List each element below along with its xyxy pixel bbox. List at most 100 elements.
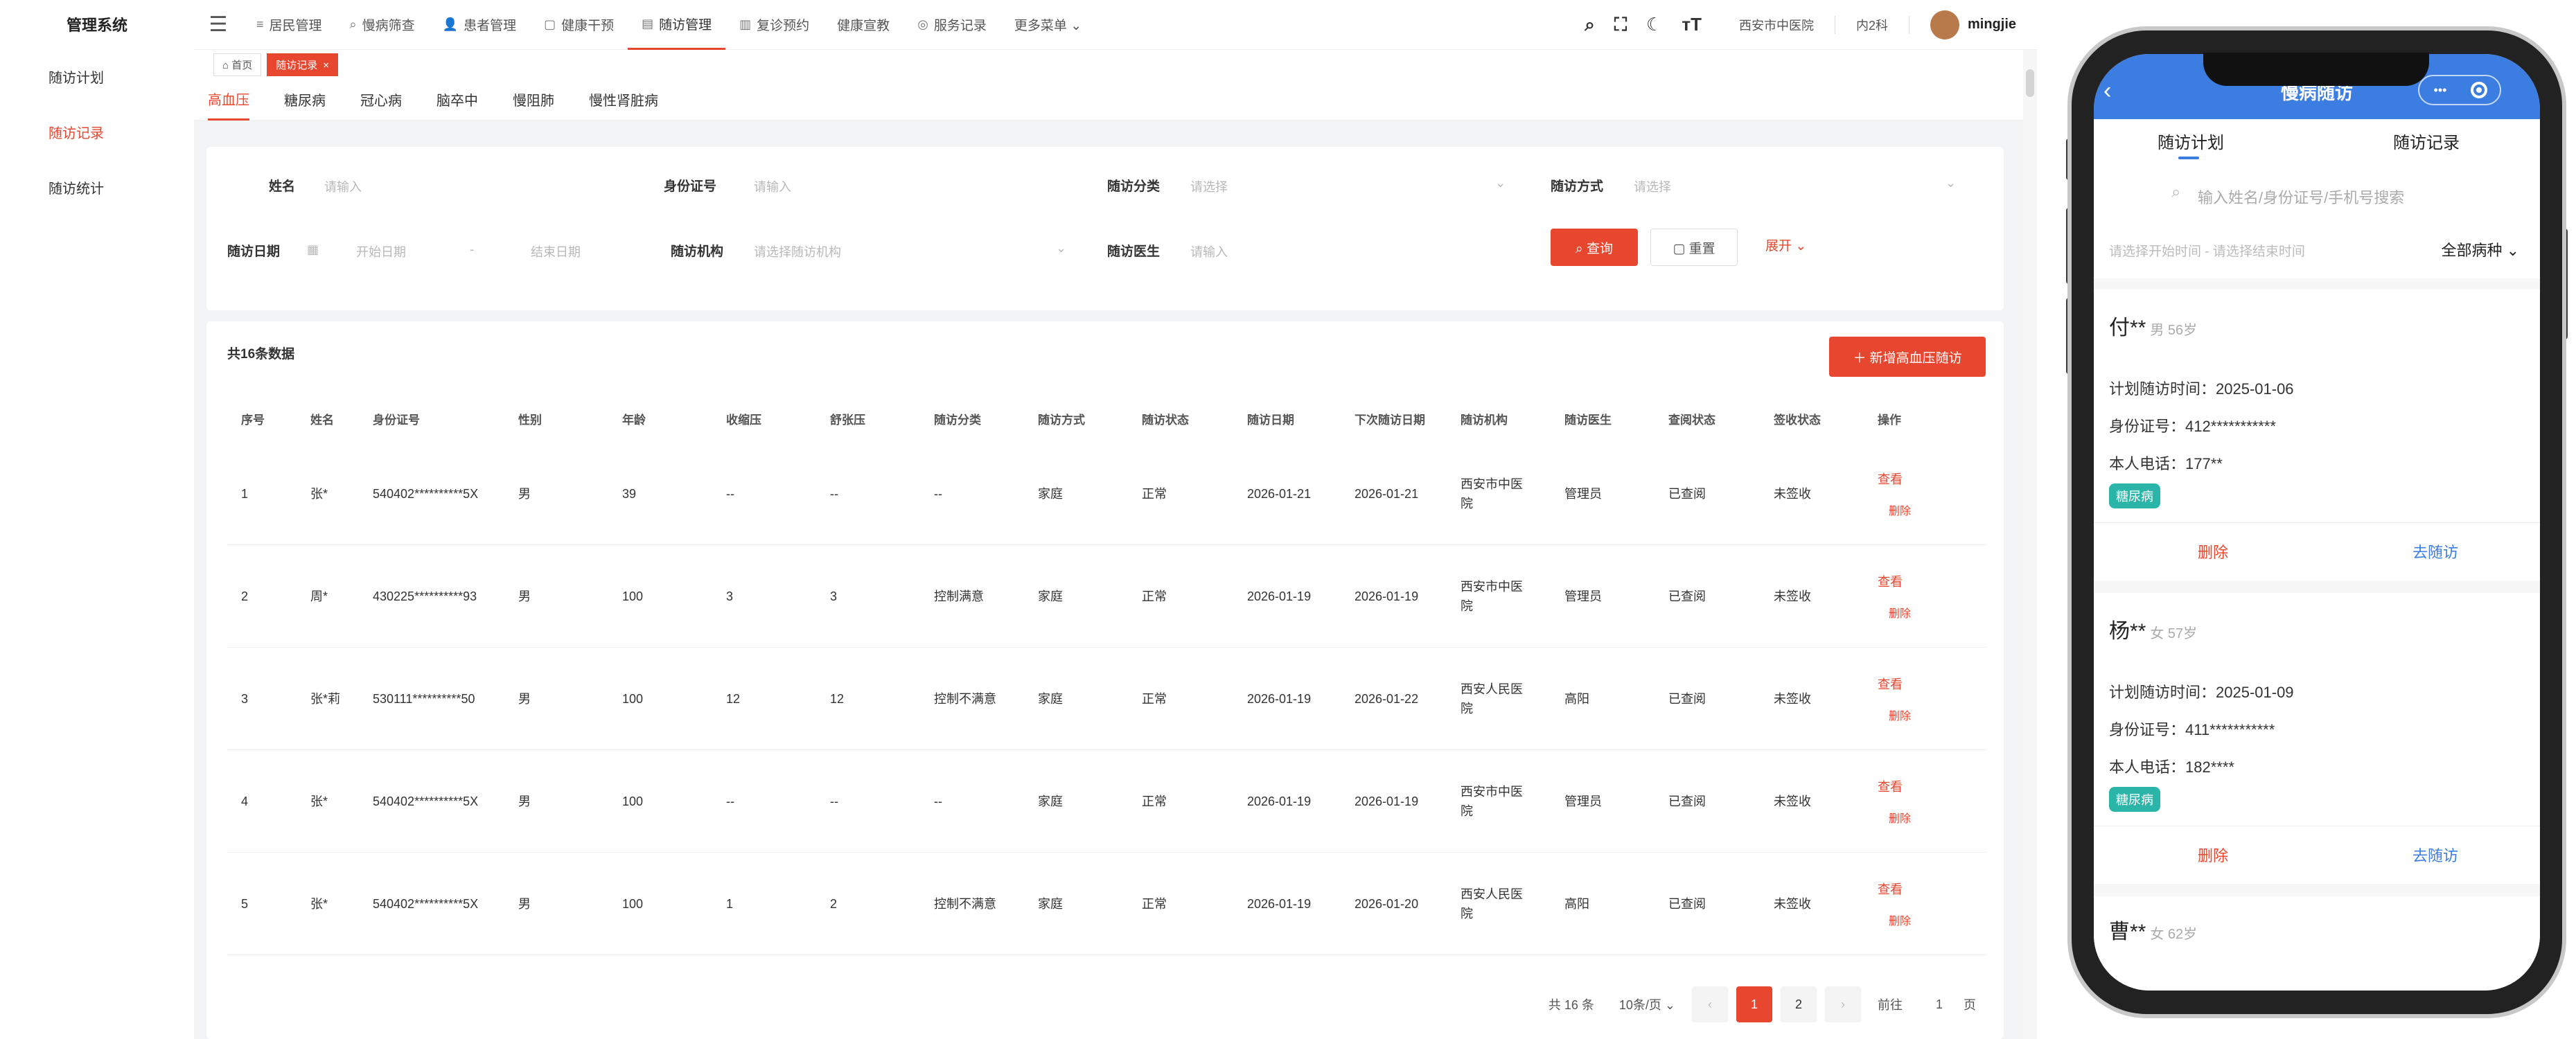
pager-total: 共 16 条 [1548, 998, 1594, 1012]
page-2-button[interactable]: 2 [1781, 986, 1817, 1022]
nav-service[interactable]: ◎ 服务记录 [903, 0, 1000, 50]
pagination: 共 16 条 10条/页 ⌄ ‹ 1 2 › 前往 1 页 [1536, 986, 1976, 1022]
nav-label: 服务记录 [933, 19, 987, 33]
scrollbar-thumb[interactable] [2026, 69, 2034, 97]
tab-copd[interactable]: 慢阻肺 [513, 79, 554, 121]
sidebar-item-records[interactable]: 随访记录 [0, 104, 194, 159]
table-row: 3 张*莉 530111**********50 男 100 12 12 控制不满意 家庭 正常 2… [227, 648, 1987, 750]
go-followup-button[interactable]: 去随访 [2412, 844, 2458, 866]
id-input[interactable]: 请输入 [754, 177, 791, 195]
mobile-plan-card: 曹** 女 62岁 [2094, 896, 2540, 991]
goto-input[interactable]: 1 [1922, 989, 1957, 1020]
delete-button[interactable]: 删除 [2198, 844, 2228, 866]
tab-home[interactable]: ⌂ 首页 [213, 53, 262, 76]
close-icon[interactable]: × [323, 60, 329, 71]
font-size-icon[interactable]: ᴛT [1682, 14, 1702, 35]
cell-way: 家庭 [1038, 897, 1063, 911]
tab-coronary[interactable]: 冠心病 [360, 79, 402, 121]
mobile-search-input[interactable]: 输入姓名/身份证号/手机号搜索 [2198, 186, 2404, 208]
prev-page-button[interactable]: ‹ [1692, 986, 1728, 1022]
nav-patients[interactable]: 👤 患者管理 [429, 0, 530, 50]
expand-button[interactable]: 展开 ⌄ [1765, 236, 1806, 254]
mobile-search[interactable]: ⌕ 输入姓名/身份证号/手机号搜索 [2094, 168, 2540, 220]
brand-title: 管理系统 [66, 17, 127, 34]
delete-button[interactable]: 删除 [2198, 540, 2228, 562]
cell-status: 正常 [1142, 487, 1167, 501]
mini-program-capsule[interactable]: ••• [2418, 75, 2501, 105]
nav-followup[interactable]: ▤ 随访管理 [628, 0, 726, 50]
type-select[interactable]: 请选择 [1190, 177, 1228, 195]
nav-screening[interactable]: ⌕ 慢病筛查 [336, 0, 429, 50]
more-icon[interactable]: ••• [2419, 83, 2461, 98]
cell-read: 已查阅 [1668, 794, 1706, 808]
dept-switch[interactable]: 内2科 [1856, 15, 1909, 34]
mobile-disease-dropdown[interactable]: 全部病种 ⌄ [2441, 238, 2519, 260]
cell-org: 西安人民医院 [1461, 887, 1523, 921]
fullscreen-icon[interactable]: ⛶ [1614, 14, 1627, 36]
record-icon: ◎ [917, 17, 928, 31]
mobile-tab-records[interactable]: 随访记录 [2393, 129, 2460, 153]
nav-more[interactable]: 更多菜单 ⌄ [1000, 0, 1095, 50]
mobile-tab-plan[interactable]: 随访计划 [2158, 129, 2224, 153]
view-button[interactable]: 查看 [1878, 572, 1911, 590]
delete-button[interactable]: 删除 [1878, 912, 1911, 928]
calendar-icon: ▥ [739, 17, 752, 31]
sidebar-item-plan[interactable]: 随访计划 [0, 48, 194, 104]
patient-name: 杨** [2109, 620, 2146, 643]
search-icon[interactable]: ⌕ [1585, 14, 1595, 36]
cell-doctor: 管理员 [1564, 589, 1602, 603]
cell-next: 2026-01-21 [1355, 487, 1419, 501]
col-date: 随访日期 [1247, 413, 1294, 427]
search-icon: ⌕ [2171, 183, 2181, 202]
top-header: ☰ ≡ 居民管理 ⌕ 慢病筛查 👤 患者管理 ▢ 健康干预 ▤ 随访管理 ▥ 复诊预约 健康… [194, 0, 2037, 50]
nav-residents[interactable]: ≡ 居民管理 [242, 0, 336, 50]
way-select[interactable]: 请选择 [1634, 177, 1671, 195]
start-date-input[interactable]: 开始日期 [356, 242, 406, 260]
query-button[interactable]: ⌕ 查询 [1551, 229, 1638, 266]
id-number: 身份证号：411*********** [2109, 721, 2275, 738]
tab-ckd[interactable]: 慢性肾脏病 [589, 79, 658, 121]
add-followup-button[interactable]: ＋ 新增高血压随访 [1829, 337, 1986, 377]
page-1-button[interactable]: 1 [1736, 986, 1772, 1022]
phone-mute-switch [2066, 139, 2072, 180]
avatar[interactable] [1930, 10, 1959, 39]
tab-stroke[interactable]: 脑卒中 [436, 79, 478, 121]
menu-icon[interactable]: ☰ [194, 12, 242, 37]
delete-button[interactable]: 删除 [1878, 604, 1911, 621]
reset-button[interactable]: ▢ 重置 [1650, 229, 1738, 266]
row-actions: 查看 删除 [1878, 648, 1911, 750]
end-date-input[interactable]: 结束日期 [531, 242, 581, 260]
theme-icon[interactable]: ☾ [1646, 14, 1662, 35]
table-row: 4 张* 540402**********5X 男 100 -- -- -- 家庭 正常 2026-… [227, 750, 1987, 853]
doctor-input[interactable]: 请输入 [1190, 242, 1228, 260]
col-name: 姓名 [310, 413, 334, 427]
tab-hypertension[interactable]: 高血压 [208, 79, 249, 121]
org-select[interactable]: 请选择随访机构 [754, 242, 841, 260]
view-button[interactable]: 查看 [1878, 675, 1911, 693]
nav-education[interactable]: 健康宣教 [823, 0, 903, 50]
delete-button[interactable]: 删除 [1878, 809, 1911, 826]
sidebar-item-stats[interactable]: 随访统计 [0, 159, 194, 215]
tab-diabetes[interactable]: 糖尿病 [284, 79, 326, 121]
phone-number: 本人电话：182**** [2109, 758, 2234, 776]
next-page-button[interactable]: › [1825, 986, 1861, 1022]
delete-button[interactable]: 删除 [1878, 501, 1911, 518]
mobile-date-range[interactable]: 请选择开始时间 - 请选择结束时间 [2109, 241, 2305, 260]
page-size-select[interactable]: 10条/页 ⌄ [1619, 995, 1675, 1013]
view-button[interactable]: 查看 [1878, 880, 1911, 898]
nav-appointment[interactable]: ▥ 复诊预约 [725, 0, 823, 50]
delete-button[interactable]: 删除 [1878, 707, 1911, 723]
phone-power-button [2562, 229, 2568, 339]
page-scrollbar[interactable] [2023, 50, 2037, 1039]
org-switch[interactable]: 西安市中医院 [1739, 15, 1835, 34]
col-age: 年龄 [622, 413, 646, 427]
name-input[interactable]: 请输入 [324, 177, 362, 195]
nav-intervention[interactable]: ▢ 健康干预 [530, 0, 628, 50]
user-name[interactable]: mingjie [1968, 17, 2016, 33]
view-button[interactable]: 查看 [1878, 777, 1911, 795]
view-button[interactable]: 查看 [1878, 470, 1911, 488]
close-mini-program-icon[interactable] [2471, 82, 2487, 98]
org-label: 随访机构 [671, 245, 724, 259]
go-followup-button[interactable]: 去随访 [2412, 540, 2458, 562]
tab-followup-records[interactable]: 随访记录 × [267, 53, 339, 76]
